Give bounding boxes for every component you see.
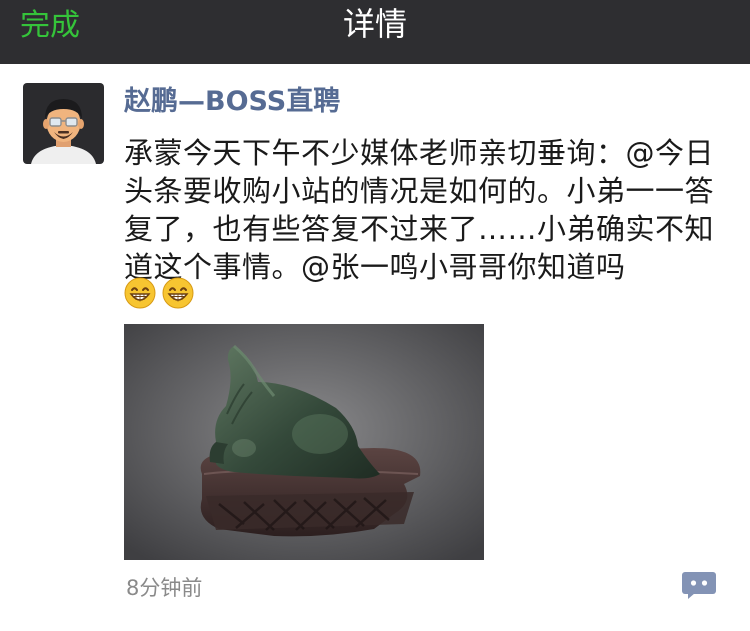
cartoon-man-avatar-icon — [23, 83, 104, 164]
grin-emoji-icon — [124, 277, 156, 309]
author-name[interactable]: 赵鹏—BOSS直聘 — [124, 84, 340, 120]
emoji-row — [124, 277, 194, 313]
post-time: 8分钟前 — [126, 576, 203, 600]
page-title: 详情 — [342, 5, 407, 43]
post-content: 承蒙今天下午不少媒体老师亲切垂询：@今日头条要收购小站的情况是如何的。小弟一一答… — [124, 136, 715, 284]
jade-horse-sculpture-image — [124, 324, 484, 560]
comment-bubble-icon — [682, 572, 716, 599]
comment-button[interactable] — [682, 572, 716, 599]
post-image[interactable] — [124, 324, 484, 560]
navigation-bar: 完成 详情 — [0, 0, 750, 64]
moment-post: 赵鹏—BOSS直聘 承蒙今天下午不少媒体老师亲切垂询：@今日头条要收购小站的情况… — [0, 64, 750, 631]
grin-emoji-icon — [162, 277, 194, 309]
author-avatar[interactable] — [23, 83, 104, 164]
